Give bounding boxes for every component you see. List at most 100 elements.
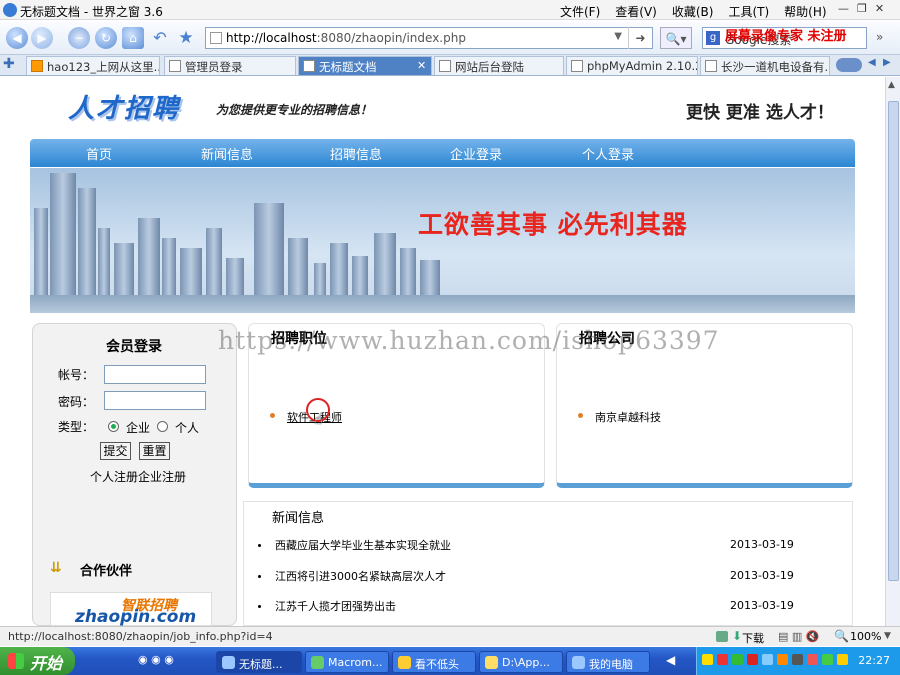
hand-cursor-icon: ☝ (314, 412, 323, 428)
nav-news[interactable]: 新闻信息 (201, 144, 253, 163)
partner-logo-domain: zhaopin.com (75, 607, 197, 627)
register-personal-link[interactable]: 个人注册 (90, 468, 138, 485)
task-my-computer[interactable]: 我的电脑 (566, 651, 650, 673)
tray-icon[interactable] (792, 654, 803, 665)
undo-icon[interactable]: ↶ (149, 27, 171, 49)
tab-hao123[interactable]: hao123_上网从这里... (26, 56, 160, 75)
tab-backend-login[interactable]: 网站后台登陆 (434, 56, 564, 75)
news-item-link[interactable]: 江苏千人揽才团强势出击 (275, 598, 396, 614)
quick-launch-icons[interactable]: ◉ ◉ ◉ (138, 653, 174, 666)
register-company-link[interactable]: 企业注册 (138, 468, 186, 485)
restore-icon[interactable]: ❐ (857, 2, 867, 15)
minimize-icon[interactable]: — (838, 2, 849, 15)
close-icon[interactable]: ✕ (875, 2, 884, 15)
nav-personal-login[interactable]: 个人登录 (582, 144, 634, 163)
refresh-icon[interactable]: ↻ (95, 27, 117, 49)
type-personal-label: 个人 (175, 421, 200, 435)
tab-icon (169, 60, 181, 72)
recorder-overlay-text: 屏幕录像专家 未注册 (725, 29, 847, 44)
tab-icon (705, 60, 717, 72)
tab-changsha[interactable]: 长沙一道机电设备有... (700, 56, 830, 75)
news-item-date: 2013-03-19 (730, 569, 794, 582)
menu-help[interactable]: 帮助(H) (784, 3, 826, 20)
address-bar[interactable]: http://localhost:8080/zhaopin/index.php … (205, 27, 653, 49)
tab-admin-login[interactable]: 管理员登录 (164, 56, 296, 75)
clock[interactable]: 22:27 (858, 654, 890, 667)
news-item-link[interactable]: 西藏应届大学毕业生基本实现全就业 (275, 537, 451, 553)
menu-view[interactable]: 查看(V) (615, 3, 657, 20)
new-tab-icon[interactable]: ✚ (3, 56, 15, 72)
go-arrow-icon[interactable]: ➜ (628, 27, 652, 49)
site-logo[interactable]: 人才招聘 (68, 88, 180, 125)
news-item-link[interactable]: 江西将引进3000名紧缺高层次人才 (275, 568, 446, 584)
vertical-scrollbar[interactable]: ▲ (885, 77, 900, 626)
stop-icon[interactable]: − (68, 27, 90, 49)
password-label: 密码： (58, 395, 95, 409)
tray-icon[interactable] (822, 654, 833, 665)
download-label[interactable]: 下载 (742, 630, 764, 646)
home-icon[interactable]: ⌂ (122, 27, 144, 49)
type-company-radio[interactable] (108, 421, 119, 432)
tab-phpmyadmin[interactable]: phpMyAdmin 2.10.2... (566, 56, 698, 75)
bullet-icon (270, 413, 275, 418)
browser-icon (3, 3, 17, 17)
menu-file[interactable]: 文件(F) (560, 3, 600, 20)
chevron-down-icon[interactable]: ▼ (614, 31, 622, 42)
arrows-down-icon: ⇊ (50, 560, 62, 576)
account-field[interactable] (104, 365, 206, 384)
more-chevron-icon[interactable]: » (876, 30, 883, 44)
tray-icon[interactable] (837, 654, 848, 665)
chevron-down-icon[interactable]: ▼ (884, 631, 891, 641)
tray-icon[interactable] (747, 654, 758, 665)
password-field[interactable] (104, 391, 206, 410)
tray-icon[interactable] (807, 654, 818, 665)
title-bar: 无标题文档 - 世界之窗 3.6 文件(F) 查看(V) 收藏(B) 工具(T)… (0, 0, 900, 20)
menu-favorites[interactable]: 收藏(B) (672, 3, 714, 20)
type-personal-radio[interactable] (157, 421, 168, 432)
tray-icon[interactable] (717, 654, 728, 665)
search-engine-button[interactable]: 🔍▾ (660, 27, 692, 49)
task-untitled[interactable]: 无标题... (216, 651, 302, 673)
task-macromedia[interactable]: Macrom... (305, 651, 389, 673)
forward-icon[interactable]: ▶ (31, 27, 53, 49)
app-icon (222, 656, 235, 669)
tray-icon[interactable] (762, 654, 773, 665)
zoom-icon: 🔍 (834, 629, 849, 643)
app-icon (311, 656, 324, 669)
tab-untitled-document[interactable]: 无标题文档 ✕ (298, 56, 432, 75)
page-icon (210, 32, 222, 44)
scroll-thumb[interactable] (888, 101, 899, 581)
news-title: 新闻信息 (272, 511, 325, 526)
task-look[interactable]: 看不低头 (392, 651, 476, 673)
nav-jobs[interactable]: 招聘信息 (330, 144, 382, 163)
tab-scroll-right-icon[interactable]: ▶ (883, 57, 891, 68)
status-tools-icons[interactable]: ▤ ▥ 🔇 (778, 630, 819, 643)
login-title: 会员登录 (106, 339, 162, 355)
app-icon (398, 656, 411, 669)
tray-icon[interactable] (777, 654, 788, 665)
news-item-date: 2013-03-19 (730, 599, 794, 612)
back-icon[interactable]: ◀ (6, 27, 28, 49)
menu-tools[interactable]: 工具(T) (728, 3, 769, 20)
tray-icon[interactable] (732, 654, 743, 665)
favorites-star-icon[interactable]: ★ (175, 27, 197, 49)
site-tagline: 更快 更准 选人才！ (686, 103, 834, 123)
zoom-level[interactable]: 100% (850, 630, 881, 643)
zhaopin-partner-logo[interactable]: 智联招聘 zhaopin.com (50, 592, 212, 627)
warning-tray-icon[interactable] (702, 654, 713, 665)
company-link[interactable]: 南京卓越科技 (595, 409, 661, 425)
tray-expand-icon[interactable]: ◀ (666, 653, 675, 667)
scroll-up-icon[interactable]: ▲ (888, 80, 895, 90)
submit-button[interactable]: 提交 (100, 442, 131, 460)
task-folder[interactable]: D:\App... (479, 651, 563, 673)
reset-button[interactable]: 重置 (139, 442, 170, 460)
nav-home[interactable]: 首页 (86, 144, 112, 163)
start-button[interactable]: 开始 (0, 647, 75, 675)
type-label: 类型： (58, 420, 95, 434)
tab-icon (571, 60, 583, 72)
status-icon[interactable] (716, 631, 728, 642)
tab-list-icon[interactable] (836, 58, 862, 72)
tab-scroll-left-icon[interactable]: ◀ (868, 57, 876, 68)
tab-close-icon[interactable]: ✕ (417, 59, 426, 72)
nav-company-login[interactable]: 企业登录 (450, 144, 502, 163)
